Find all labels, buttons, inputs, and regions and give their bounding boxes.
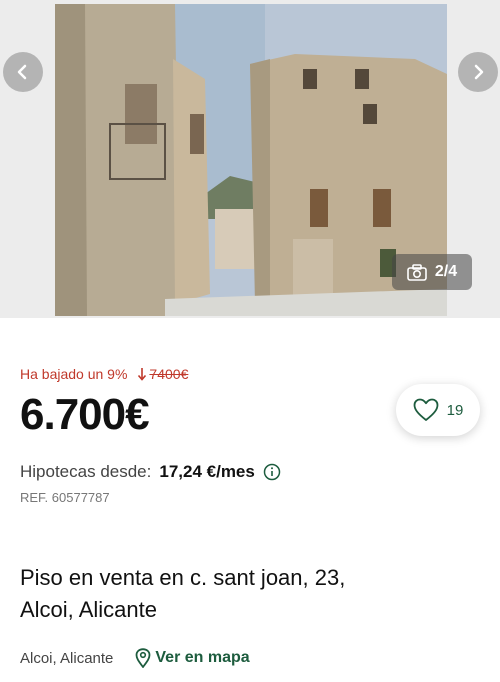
favorites-count: 19 [446, 401, 464, 419]
listing-title[interactable]: Piso en venta en c. sant joan, 23, Alcoi… [20, 562, 350, 626]
property-photo[interactable] [55, 4, 447, 316]
view-on-map-label: Ver en mapa [155, 649, 250, 666]
previous-photo-button[interactable] [3, 52, 43, 92]
price-drop-info: Ha bajado un 9% 7400€ [20, 366, 188, 382]
arrow-down-icon [138, 368, 147, 381]
chevron-left-icon [17, 64, 27, 80]
mortgage-label: Hipotecas desde: [20, 462, 152, 481]
mortgage-amount: 17,24 €/mes [159, 462, 255, 481]
location-row: Alcoi, Alicante Ver en mapa [20, 648, 250, 668]
map-pin-icon [135, 648, 151, 668]
old-price: 7400€ [137, 366, 188, 382]
heart-icon [413, 398, 439, 421]
mortgage-info: Hipotecas desde: 17,24 €/mes [20, 462, 281, 482]
photo-gallery[interactable]: 2/4 [0, 0, 500, 318]
location-text: Alcoi, Alicante [20, 649, 114, 667]
reference-number: REF. 60577787 [20, 490, 110, 505]
price-drop-label: Ha bajado un 9% [20, 366, 128, 382]
camera-icon [407, 263, 427, 281]
photo-counter: 2/4 [392, 254, 472, 290]
next-photo-button[interactable] [458, 52, 498, 92]
favorite-button[interactable]: 19 [396, 384, 480, 436]
old-price-value: 7400€ [149, 366, 189, 382]
chevron-right-icon [474, 64, 484, 80]
price: 6.700€ [20, 390, 150, 439]
info-icon[interactable] [263, 463, 281, 481]
view-on-map-link[interactable]: Ver en mapa [135, 648, 250, 668]
photo-counter-text: 2/4 [434, 263, 458, 280]
